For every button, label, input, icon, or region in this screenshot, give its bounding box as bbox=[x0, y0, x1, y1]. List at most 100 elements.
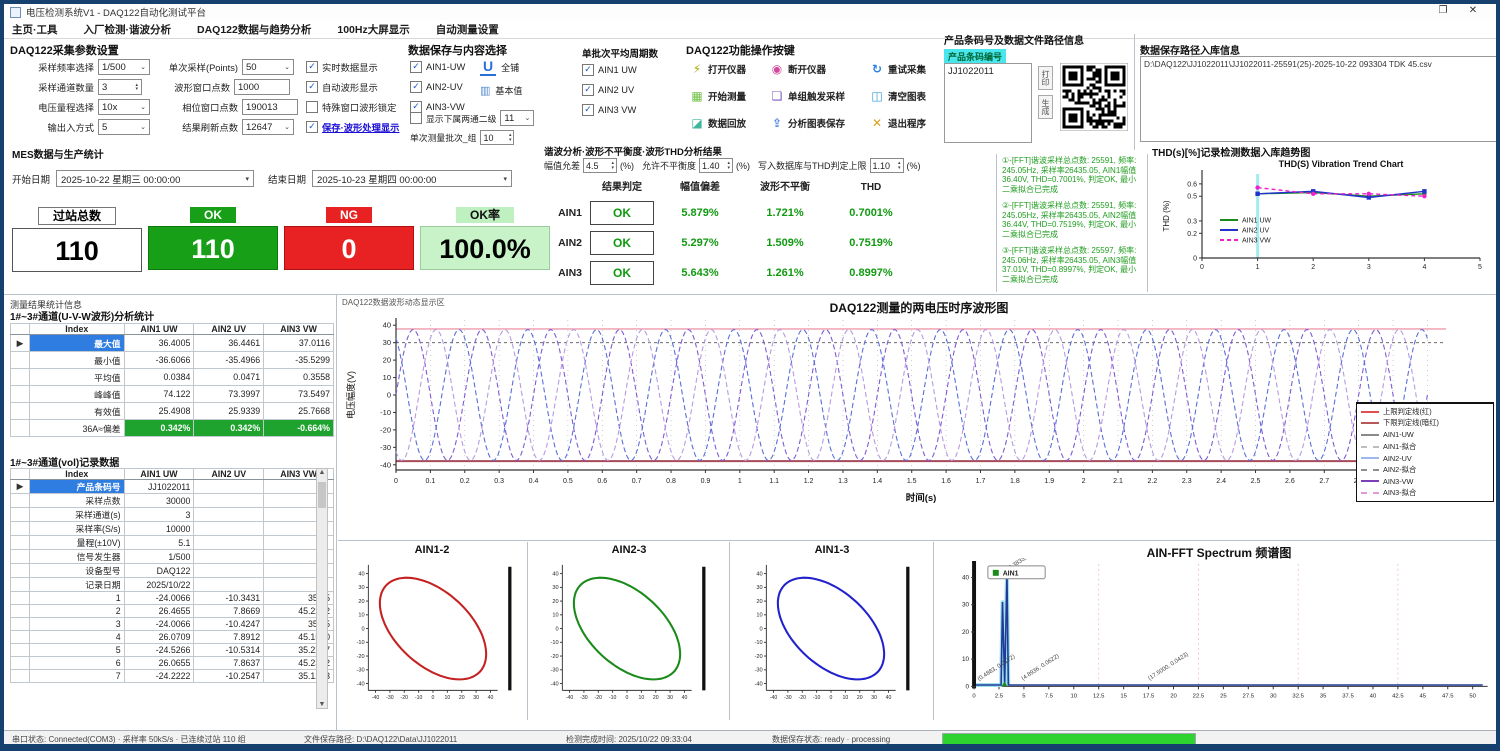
svg-text:-30: -30 bbox=[755, 668, 763, 674]
table-row[interactable]: 36A≈偏差0.342%0.342%-0.664% bbox=[11, 420, 334, 437]
daq-check-3[interactable]: ✓保存·波形处理显示 bbox=[306, 117, 399, 137]
param-control-2b[interactable]: 190013 bbox=[242, 99, 298, 115]
batch-spinner[interactable]: 10 ▴▾ bbox=[480, 130, 514, 145]
ops-button-2[interactable]: ↻重试采集 bbox=[870, 62, 952, 76]
cycle-check-0[interactable]: ✓AIN1 UW bbox=[582, 60, 637, 80]
table-row[interactable]: 有效值25.490825.933925.7668 bbox=[11, 403, 334, 420]
spinner-input[interactable]: 4.5▴▾ bbox=[583, 158, 617, 173]
svg-text:-10: -10 bbox=[755, 640, 763, 646]
ops-button-0[interactable]: ⚡打开仪器 bbox=[690, 62, 770, 76]
svg-text:40: 40 bbox=[682, 695, 688, 701]
table-row[interactable]: 采样点数30000 bbox=[11, 494, 334, 508]
start-date-field[interactable]: 2025-10-22 星期三 00:00:00▾ bbox=[56, 170, 254, 187]
table-row[interactable]: 信号发生器1/500 bbox=[11, 550, 334, 564]
thd-trend-panel: THD(s)[%]记录检测数据入库趋势图 THD(S) Vibration Tr… bbox=[1152, 144, 1500, 292]
barcode-input[interactable]: JJ1022011 bbox=[944, 63, 1032, 143]
save-channel-check-0[interactable]: ✓AIN1-UW bbox=[410, 57, 465, 77]
checkbox-icon bbox=[306, 101, 318, 113]
overlay-checkbox[interactable]: 显示下属两通二级 bbox=[410, 108, 496, 128]
cycle-check-2[interactable]: ✓AIN3 VW bbox=[582, 100, 637, 120]
barcode-side-button-1[interactable]: 生成 bbox=[1038, 95, 1053, 119]
table-row[interactable]: 1-24.0066-10.343135.35 bbox=[11, 592, 334, 605]
ops-button-4[interactable]: ❏单组触发采样 bbox=[770, 89, 870, 103]
table-row[interactable]: 峰峰值74.12273.399773.5497 bbox=[11, 386, 334, 403]
svg-text:1.3: 1.3 bbox=[838, 478, 848, 485]
scroll-down-icon[interactable]: ▼ bbox=[317, 701, 327, 708]
checkbox-label: AIN1 UW bbox=[598, 65, 637, 75]
save-channel-check-1[interactable]: ✓AIN2-UV bbox=[410, 77, 465, 97]
table-row[interactable]: ▶产品条码号JJ1022011 bbox=[11, 480, 334, 494]
cycle-check-1[interactable]: ✓AIN2 UV bbox=[582, 80, 637, 100]
svg-text:-40: -40 bbox=[372, 695, 380, 701]
param-control-0b[interactable]: 50⌄ bbox=[242, 59, 294, 75]
menu-item-2[interactable]: DAQ122数据与趋势分析 bbox=[197, 22, 311, 37]
table-row[interactable]: 226.46557.866945.2252 bbox=[11, 605, 334, 618]
ops-button-6[interactable]: ◪数据回放 bbox=[690, 116, 770, 130]
table-row[interactable]: 7-24.2222-10.254735.1233 bbox=[11, 670, 334, 683]
ops-button-8[interactable]: ✕退出程序 bbox=[870, 116, 952, 130]
table-row[interactable]: 记录日期2025/10/22 bbox=[11, 578, 334, 592]
svg-text:1.8: 1.8 bbox=[1010, 478, 1020, 485]
table-row[interactable]: ▶最大值36.400536.446137.0116 bbox=[11, 335, 334, 352]
param-control-1a[interactable]: 3▴▾ bbox=[98, 79, 142, 95]
path-field[interactable]: D:\DAQ122\JJ1022011\JJ1022011-25591(25)-… bbox=[1140, 56, 1498, 142]
ops-button-1[interactable]: ◉断开仪器 bbox=[770, 62, 870, 76]
scroll-up-icon[interactable]: ▲ bbox=[317, 469, 327, 476]
spinner-input[interactable]: 1.10▴▾ bbox=[870, 158, 904, 173]
svg-text:1.6: 1.6 bbox=[941, 478, 951, 485]
table-row[interactable]: 采样通道(s)3 bbox=[11, 508, 334, 522]
daq-check-0[interactable]: ✓实时数据显示 bbox=[306, 57, 399, 77]
end-date-field[interactable]: 2025-10-23 星期四 00:00:00▾ bbox=[312, 170, 512, 187]
svg-text:30: 30 bbox=[552, 585, 558, 591]
u-layout-icon[interactable]: U bbox=[480, 58, 496, 76]
table-row[interactable]: 626.06557.863745.2352 bbox=[11, 657, 334, 670]
barcode-side-button-0[interactable]: 打印 bbox=[1038, 66, 1053, 90]
param-control-0a[interactable]: 1/500⌄ bbox=[98, 59, 150, 75]
param-control-3a[interactable]: 5⌄ bbox=[98, 119, 150, 135]
legend-entry-3: AIN1-拟合 bbox=[1361, 441, 1489, 453]
svg-text:-30: -30 bbox=[357, 668, 365, 674]
spinner-input[interactable]: 1.40▴▾ bbox=[699, 158, 733, 173]
divider bbox=[996, 154, 997, 292]
table-row[interactable]: 量程(±10V)5.1 bbox=[11, 536, 334, 550]
restore-button[interactable]: ❐ bbox=[1434, 5, 1452, 16]
menu-item-3[interactable]: 100Hz大屏显示 bbox=[337, 22, 409, 37]
barcode-panel-title: 产品条码号及数据文件路径信息 bbox=[944, 32, 1132, 47]
menu-item-0[interactable]: 主页·工具 bbox=[12, 22, 58, 37]
svg-text:电压幅度(V): 电压幅度(V) bbox=[345, 371, 356, 419]
ops-button-3[interactable]: ▦开始测量 bbox=[690, 89, 770, 103]
ops-button-label: 单组触发采样 bbox=[788, 89, 845, 103]
menu-item-4[interactable]: 自动测量设置 bbox=[436, 22, 499, 37]
table-row[interactable]: 采样率(S/s)10000 bbox=[11, 522, 334, 536]
param-control-3b[interactable]: 12647⌄ bbox=[242, 119, 294, 135]
daq-settings-row: 输出入方式5⌄结果刷新点数12647⌄ bbox=[10, 117, 298, 137]
records-panel: 1#~3#通道(vol)记录数据 IndexAIN1 UWAIN2 UVAIN3… bbox=[10, 454, 334, 716]
数据回放-icon: ◪ bbox=[690, 116, 704, 130]
close-button[interactable]: ✕ bbox=[1464, 5, 1482, 16]
ops-button-label: 断开仪器 bbox=[788, 62, 826, 76]
table-row[interactable]: 5-24.5266-10.531435.2257 bbox=[11, 644, 334, 657]
table-row[interactable]: 3-24.0066-10.424735.35 bbox=[11, 618, 334, 631]
daq-check-2[interactable]: 特殊窗口波形锁定 bbox=[306, 97, 399, 117]
daq-check-1[interactable]: ✓自动波形显示 bbox=[306, 77, 399, 97]
stats-panel: 测量结果统计信息 1#~3#通道(U-V-W波形)分析统计 IndexAIN1 … bbox=[10, 298, 334, 450]
scroll-thumb[interactable] bbox=[318, 482, 326, 508]
overlay-count-select[interactable]: 11⌄ bbox=[500, 110, 534, 126]
ops-button-7[interactable]: ⇪分析图表保存 bbox=[770, 116, 870, 130]
records-scrollbar[interactable]: ▲ ▼ bbox=[316, 468, 328, 709]
svg-text:0.6: 0.6 bbox=[597, 478, 607, 485]
table-row[interactable]: 设备型号DAQ122 bbox=[11, 564, 334, 578]
svg-text:1.5: 1.5 bbox=[907, 478, 917, 485]
table-row[interactable]: 最小值-36.6066-35.4966-35.5299 bbox=[11, 352, 334, 369]
param-control-1b[interactable]: 1000 bbox=[234, 79, 290, 95]
table-row[interactable]: 平均值0.03840.04710.3558 bbox=[11, 369, 334, 386]
ops-button-5[interactable]: ◫清空图表 bbox=[870, 89, 952, 103]
table-row[interactable]: 426.07097.891245.1500 bbox=[11, 631, 334, 644]
svg-text:40: 40 bbox=[1370, 693, 1377, 699]
legend-entry-7: AIN3-拟合 bbox=[1361, 487, 1489, 499]
stack-layout-icon[interactable]: ▥ bbox=[480, 84, 490, 97]
svg-text:(17.5000, 0.0423): (17.5000, 0.0423) bbox=[1147, 652, 1189, 682]
param-control-2a[interactable]: 10x⌄ bbox=[98, 99, 150, 115]
menu-item-1[interactable]: 入厂检测·谐波分析 bbox=[84, 22, 172, 37]
svg-text:25: 25 bbox=[1220, 693, 1227, 699]
